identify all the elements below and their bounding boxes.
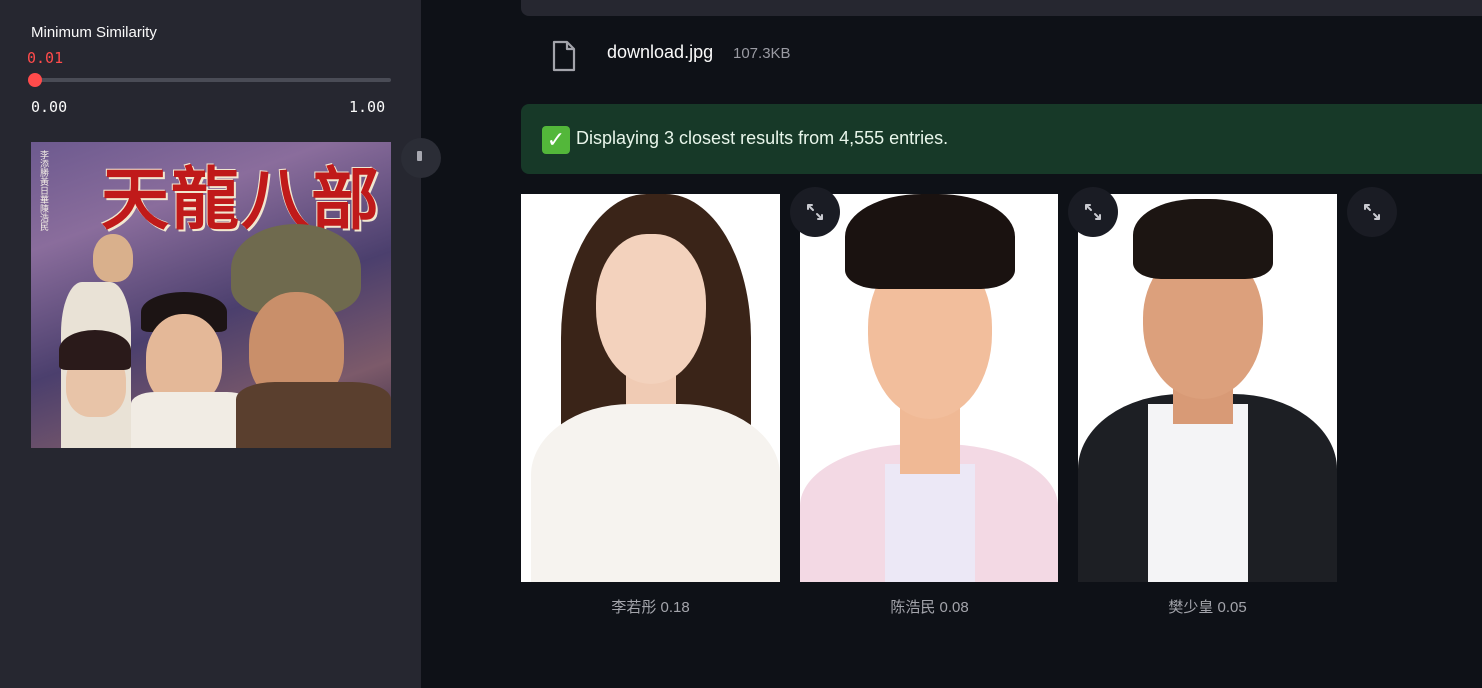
alert-message: Displaying 3 closest results from 4,555 …	[576, 128, 949, 148]
file-uploader-dropzone[interactable]	[521, 0, 1482, 16]
fullscreen-expand-icon	[807, 204, 823, 220]
poster-title-art: 天龍八部	[101, 160, 382, 240]
fullscreen-expand-button[interactable]	[1347, 187, 1397, 237]
poster-credits-art: 李添勝黃日華陳浩民	[39, 150, 49, 231]
portrait-shirt	[1148, 404, 1248, 582]
result-image[interactable]	[1078, 194, 1337, 582]
fullscreen-expand-button[interactable]	[1068, 187, 1118, 237]
portrait-hair	[845, 194, 1015, 289]
poster-figure	[131, 392, 251, 448]
slider-max-label: 1.00	[349, 98, 386, 116]
portrait-shirt	[885, 464, 975, 582]
portrait-face	[596, 234, 706, 384]
poster-figure	[59, 330, 131, 370]
success-alert: ✓ Displaying 3 closest results from 4,55…	[521, 104, 1482, 174]
sidebar: Minimum Similarity 0.01 0.00 1.00 天龍八部 李…	[0, 0, 441, 688]
result-caption: 李若彤 0.18	[611, 599, 690, 616]
uploaded-file-size: 107.3KB	[733, 45, 791, 62]
file-icon	[552, 40, 576, 72]
query-image: 天龍八部 李添勝黃日華陳浩民	[31, 142, 391, 448]
slider-current-value: 0.01	[27, 49, 64, 67]
result-image[interactable]	[800, 194, 1058, 582]
poster-figure	[93, 234, 133, 282]
uploaded-file-name: download.jpg	[607, 42, 714, 62]
poster-figure	[236, 382, 391, 448]
poster-figure	[146, 314, 222, 404]
result-caption: 樊少皇 0.05	[1168, 599, 1247, 616]
result-image[interactable]	[521, 194, 780, 582]
slider-thumb[interactable]	[28, 73, 42, 87]
sidebar-collapse-button[interactable]	[401, 138, 441, 178]
fullscreen-expand-icon	[1364, 204, 1380, 220]
slider-label: Minimum Similarity	[31, 24, 157, 41]
slider-min-label: 0.00	[31, 98, 68, 116]
portrait-hair	[1133, 199, 1273, 279]
portrait-blouse	[531, 404, 780, 582]
check-mark-icon: ✓	[542, 126, 570, 154]
fullscreen-expand-icon	[1085, 204, 1101, 220]
slider-track[interactable]	[35, 78, 391, 82]
result-caption: 陈浩民 0.08	[890, 599, 969, 616]
chevron-icon	[417, 151, 422, 161]
fullscreen-expand-button[interactable]	[790, 187, 840, 237]
